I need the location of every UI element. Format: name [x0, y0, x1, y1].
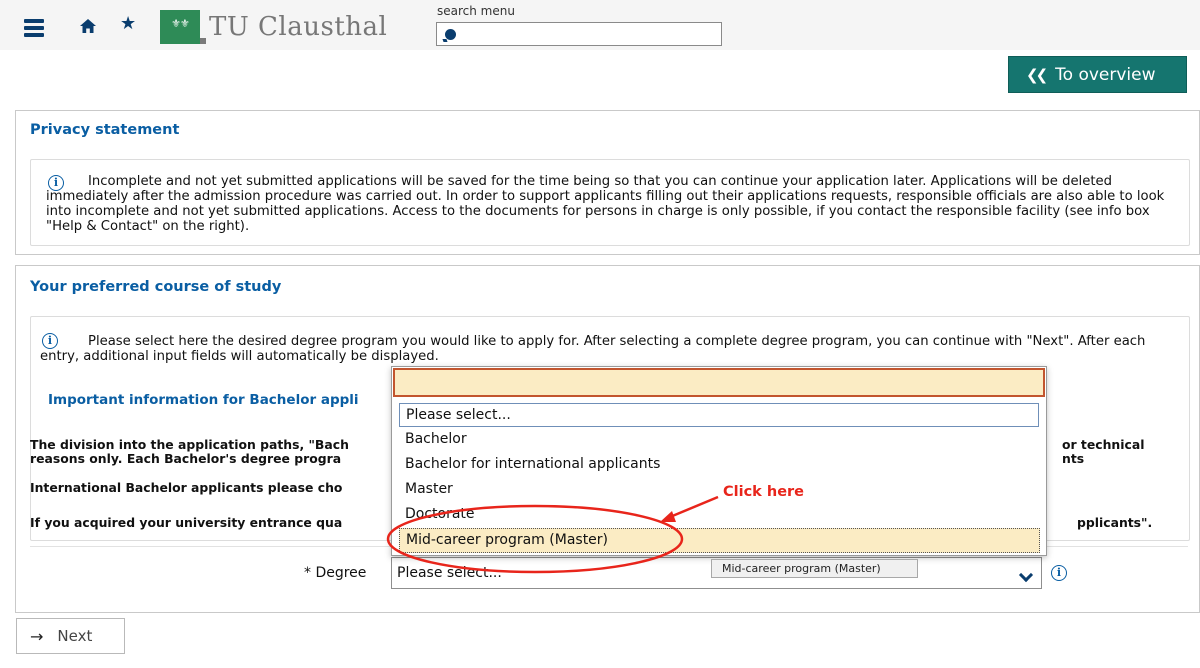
- privacy-panel: Privacy statement i Incomplete and not y…: [15, 110, 1200, 255]
- search-icon: [445, 29, 456, 40]
- bachelor-paths-text: The division into the application paths,…: [30, 437, 349, 452]
- click-here-annotation: Click here: [723, 484, 805, 500]
- star-icon[interactable]: ★: [120, 14, 136, 34]
- university-logo-text[interactable]: TU Clausthal: [209, 12, 387, 42]
- top-bar: ★ ⚜⚜ TU Clausthal search menu: [0, 0, 1200, 50]
- info-icon: i: [42, 333, 58, 349]
- course-title: Your preferred course of study: [30, 279, 282, 295]
- course-info-text: i Please select here the desired degree …: [40, 333, 1146, 364]
- entrance-qualification-text-right: pplicants".: [1077, 515, 1153, 530]
- option-bachelor-international[interactable]: Bachelor for international applicants: [399, 453, 660, 477]
- option-please-select[interactable]: Please select...: [399, 403, 1039, 427]
- degree-info-icon[interactable]: i: [1051, 565, 1067, 581]
- entrance-qualification-text: If you acquired your university entrance…: [30, 515, 343, 530]
- bachelor-paths-text-2: reasons only. Each Bachelor's degree pro…: [30, 451, 342, 466]
- next-label: Next: [57, 627, 93, 645]
- option-master[interactable]: Master: [399, 478, 453, 502]
- home-icon[interactable]: [79, 18, 97, 34]
- privacy-text: i Incomplete and not yet submitted appli…: [46, 174, 1165, 234]
- arrow-right-icon: →: [30, 626, 44, 646]
- next-button[interactable]: → Next: [16, 618, 125, 654]
- dropdown-filter-input[interactable]: [393, 368, 1045, 397]
- privacy-title: Privacy statement: [30, 122, 180, 138]
- university-logo-mark[interactable]: ⚜⚜: [160, 10, 206, 44]
- option-doctorate[interactable]: Doctorate: [399, 503, 475, 527]
- chevron-down-icon: [1018, 567, 1034, 583]
- menu-icon[interactable]: [24, 19, 44, 37]
- search-input[interactable]: [436, 22, 722, 46]
- bachelor-paths-text-right: or technical: [1062, 437, 1145, 452]
- search-label: search menu: [437, 4, 515, 18]
- international-bachelor-text: International Bachelor applicants please…: [30, 480, 343, 495]
- degree-dropdown: Please select... Bachelor Bachelor for i…: [391, 366, 1047, 556]
- degree-select-value: Please select...: [397, 565, 502, 581]
- to-overview-label: To overview: [1055, 64, 1156, 85]
- option-tooltip: Mid-career program (Master): [711, 559, 918, 578]
- bachelor-paths-text-right-2: nts: [1062, 451, 1085, 466]
- option-bachelor[interactable]: Bachelor: [399, 428, 467, 452]
- degree-label: * Degree: [304, 565, 367, 581]
- bachelor-info-heading: Important information for Bachelor appli: [48, 392, 359, 408]
- privacy-infobox: i Incomplete and not yet submitted appli…: [30, 159, 1190, 246]
- to-overview-button[interactable]: ❮❮ To overview: [1008, 56, 1187, 93]
- info-icon: i: [48, 175, 64, 191]
- double-chevron-left-icon: ❮❮: [1026, 65, 1048, 84]
- option-mid-career-master[interactable]: Mid-career program (Master): [399, 528, 1040, 553]
